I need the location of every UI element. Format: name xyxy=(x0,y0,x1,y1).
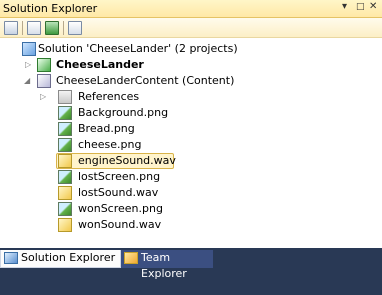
file-label: Bread.png xyxy=(78,122,135,135)
tree-item-project-cheeselander[interactable]: ▷ CheeseLander xyxy=(0,57,380,73)
toolbar-separator xyxy=(22,21,23,35)
audio-file-icon xyxy=(58,186,72,200)
content-project-icon xyxy=(37,74,51,88)
close-icon[interactable]: ✕ xyxy=(369,1,377,12)
tree-item-file[interactable]: cheese.png xyxy=(0,137,380,153)
refresh-icon[interactable] xyxy=(45,21,59,35)
file-label: wonScreen.png xyxy=(78,202,163,215)
team-explorer-icon xyxy=(124,252,138,264)
references-label: References xyxy=(78,90,140,103)
show-all-files-icon[interactable] xyxy=(27,21,41,35)
file-label: cheese.png xyxy=(78,138,142,151)
file-label: lostSound.wav xyxy=(78,186,159,199)
expand-arrow-icon[interactable]: ▷ xyxy=(40,89,46,105)
collapse-arrow-icon[interactable]: ◢ xyxy=(24,73,30,89)
tree-item-file[interactable]: wonScreen.png xyxy=(0,201,380,217)
panel-title: Solution Explorer xyxy=(3,2,98,15)
title-bar: Solution Explorer ▾ □ ✕ xyxy=(0,0,382,18)
solution-explorer-panel: Solution Explorer ▾ □ ✕ Solution 'Cheese… xyxy=(0,0,382,295)
tree-item-file[interactable]: Background.png xyxy=(0,105,380,121)
file-label: Background.png xyxy=(78,106,169,119)
solution-label: Solution 'CheeseLander' (2 projects) xyxy=(38,42,238,55)
image-file-icon xyxy=(58,170,72,184)
tree-item-solution[interactable]: Solution 'CheeseLander' (2 projects) xyxy=(0,41,380,57)
window-position-dropdown-icon[interactable]: ▾ xyxy=(342,1,347,12)
toolbar-separator xyxy=(63,21,64,35)
bottom-tab-strip: Solution Explorer Team Explorer xyxy=(0,248,382,295)
solution-explorer-icon xyxy=(4,252,18,264)
tree-item-file[interactable]: lostScreen.png xyxy=(0,169,380,185)
tab-label: Team Explorer xyxy=(141,251,187,280)
file-label: lostScreen.png xyxy=(78,170,161,183)
tree-item-file-selected[interactable]: engineSound.wav xyxy=(0,153,380,169)
image-file-icon xyxy=(58,138,72,152)
tab-team-explorer[interactable]: Team Explorer xyxy=(121,250,213,280)
project-label: CheeseLanderContent (Content) xyxy=(56,74,235,87)
tab-solution-explorer[interactable]: Solution Explorer xyxy=(0,250,121,268)
auto-hide-pin-icon[interactable]: □ xyxy=(356,2,365,12)
csharp-project-icon xyxy=(37,58,51,72)
project-label: CheeseLander xyxy=(56,58,144,71)
toolbar xyxy=(0,18,382,38)
audio-file-icon xyxy=(58,154,72,168)
expand-arrow-icon[interactable]: ▷ xyxy=(25,57,31,73)
image-file-icon xyxy=(58,122,72,136)
solution-tree: Solution 'CheeseLander' (2 projects) ▷ C… xyxy=(0,38,382,248)
image-file-icon xyxy=(58,106,72,120)
file-label: engineSound.wav xyxy=(78,154,176,167)
tree-item-file[interactable]: lostSound.wav xyxy=(0,185,380,201)
tree-item-project-content[interactable]: ◢ CheeseLanderContent (Content) xyxy=(0,73,380,89)
tree-item-references[interactable]: ▷ References xyxy=(0,89,380,105)
tab-label: Solution Explorer xyxy=(21,251,116,264)
audio-file-icon xyxy=(58,218,72,232)
file-label: wonSound.wav xyxy=(78,218,162,231)
tree-item-file[interactable]: Bread.png xyxy=(0,121,380,137)
properties-icon[interactable] xyxy=(4,21,18,35)
references-icon xyxy=(58,90,72,104)
tree-item-file[interactable]: wonSound.wav xyxy=(0,217,380,233)
solution-icon xyxy=(22,42,36,56)
image-file-icon xyxy=(58,202,72,216)
view-class-diagram-icon[interactable] xyxy=(68,21,82,35)
